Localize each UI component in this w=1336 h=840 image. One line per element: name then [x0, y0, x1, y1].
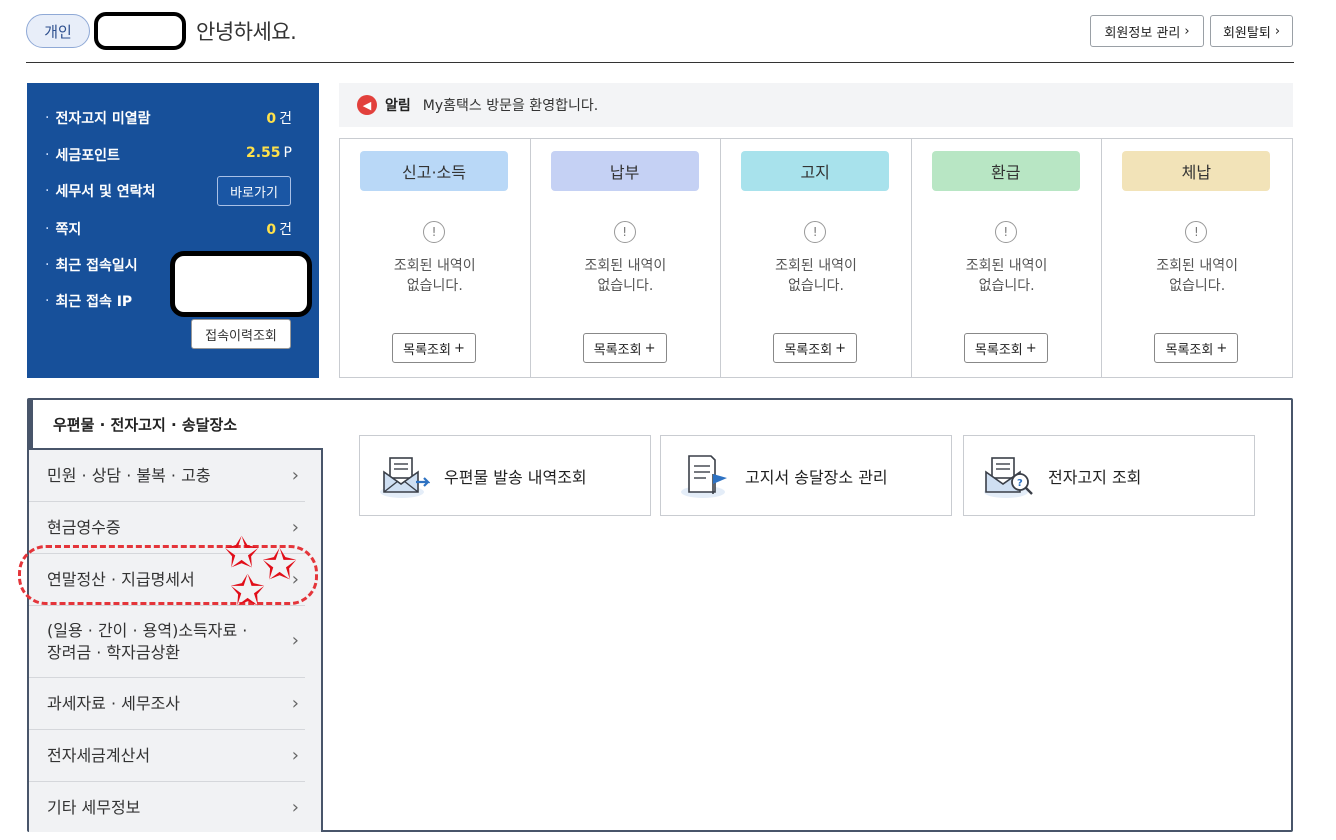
unread-notice-count[interactable]: 0 건 [266, 108, 292, 128]
category-title[interactable]: 신고·소득 [360, 151, 508, 191]
go-shortcut-button[interactable]: 바로가기 [217, 176, 291, 206]
notice-label: 알림 [385, 98, 411, 114]
info-row-last-login-ip: · 최근 접속 IP [45, 293, 133, 310]
side-menu: 민원 · 상담 · 불복 · 고충 › 현금영수증 › 연말정산 · 지급명세서… [29, 448, 323, 832]
category-title[interactable]: 환급 [931, 151, 1080, 191]
category-title[interactable]: 체납 [1122, 151, 1271, 191]
delivery-place-label: 고지서 송달장소 관리 [745, 467, 888, 487]
empty-message: 조회된 내역이 없습니다. [393, 258, 476, 294]
redacted-login-info [170, 251, 312, 317]
category-delinquency: 체납 ! 조회된 내역이 없습니다. 목록조회 + [1102, 139, 1292, 377]
alert-icon: ! [994, 221, 1017, 243]
delivery-place-button[interactable]: 고지서 송달장소 관리 [660, 435, 952, 516]
mail-history-label: 우편물 발송 내역조회 [444, 467, 587, 487]
info-row-last-login-time: · 최근 접속일시 [45, 257, 138, 274]
header-divider [26, 62, 1294, 63]
menu-item-civil-petition[interactable]: 민원 · 상담 · 불복 · 고충 › [29, 450, 305, 502]
greeting-text: 안녕하세요. [196, 20, 297, 44]
menu-item-e-tax-invoice[interactable]: 전자세금계산서 › [29, 730, 305, 782]
plus-icon: + [835, 340, 847, 356]
info-row-tax-office: · 세무서 및 연락처 [45, 183, 156, 200]
chevron-right-icon: › [291, 692, 299, 714]
chevron-right-icon: › [291, 744, 299, 766]
notice-text: My홈택스 방문을 환영합니다. [422, 98, 599, 114]
plus-icon: + [1216, 340, 1228, 356]
empty-message: 조회된 내역이 없습니다. [1156, 258, 1239, 294]
alert-icon: ! [423, 221, 445, 243]
section-tab-mail-notice[interactable]: 우편물 · 전자고지 · 송달장소 [29, 400, 323, 448]
withdraw-label: 회원탈퇴 [1222, 25, 1271, 41]
info-row-tax-points: · 세금포인트 [45, 147, 120, 164]
login-history-button[interactable]: 접속이력조회 [191, 319, 291, 349]
menu-item-income-data[interactable]: (일용 · 간이 · 용역)소득자료 · 장려금 · 학자금상환 › [29, 606, 305, 678]
category-panels: 신고·소득 ! 조회된 내역이 없습니다. 목록조회 + 납부 ! 조회된 내역이… [339, 138, 1293, 378]
category-notice: 고지 ! 조회된 내역이 없습니다. 목록조회 + [721, 139, 912, 377]
plus-icon: + [453, 340, 465, 356]
megaphone-icon: ◀ [357, 95, 377, 115]
list-view-button[interactable]: 목록조회 + [582, 333, 667, 363]
notice-bar: ◀ 알림 My홈택스 방문을 환영합니다. [339, 83, 1293, 127]
menu-item-tax-audit[interactable]: 과세자료 · 세무조사 › [29, 678, 305, 730]
category-payment: 납부 ! 조회된 내역이 없습니다. 목록조회 + [531, 139, 722, 377]
e-notice-label: 전자고지 조회 [1048, 467, 1142, 487]
list-view-button[interactable]: 목록조회 + [773, 333, 858, 363]
category-title[interactable]: 고지 [741, 151, 890, 191]
mail-history-button[interactable]: 우편물 발송 내역조회 [359, 435, 651, 516]
member-info-label: 회원정보 관리 [1104, 25, 1181, 41]
chevron-right-icon: › [1274, 23, 1281, 39]
list-view-button[interactable]: 목록조회 + [392, 333, 476, 363]
withdraw-button[interactable]: 회원탈퇴 › [1210, 15, 1293, 47]
document-flag-icon [681, 454, 727, 498]
category-title[interactable]: 납부 [550, 151, 699, 191]
chevron-right-icon: › [291, 516, 299, 538]
redacted-name [94, 12, 186, 50]
empty-message: 조회된 내역이 없습니다. [965, 258, 1048, 294]
user-info-box: · 전자고지 미열람 0 건 · 세금포인트 2.55 P · 세무서 및 연락… [27, 83, 319, 378]
e-notice-button[interactable]: ? 전자고지 조회 [963, 435, 1255, 516]
menu-item-other-tax-info[interactable]: 기타 세무정보 › [29, 782, 305, 834]
alert-icon: ! [804, 221, 827, 243]
list-view-button[interactable]: 목록조회 + [963, 333, 1048, 363]
personal-badge: 개인 [26, 14, 90, 48]
chevron-right-icon: › [291, 630, 299, 651]
svg-text:?: ? [1017, 478, 1023, 489]
plus-icon: + [1025, 340, 1037, 356]
tax-points-value[interactable]: 2.55 P [246, 145, 292, 161]
mail-search-icon: ? [984, 456, 1033, 498]
member-info-button[interactable]: 회원정보 관리 › [1090, 15, 1204, 47]
info-row-messages: · 쪽지 [45, 221, 82, 238]
list-view-button[interactable]: 목록조회 + [1154, 333, 1239, 363]
chevron-right-icon: › [291, 797, 299, 818]
empty-message: 조회된 내역이 없습니다. [775, 258, 857, 294]
messages-count[interactable]: 0 건 [266, 219, 292, 239]
empty-message: 조회된 내역이 없습니다. [584, 258, 667, 294]
info-row-unread-notice: · 전자고지 미열람 [45, 110, 151, 127]
category-refund: 환급 ! 조회된 내역이 없습니다. 목록조회 + [912, 139, 1103, 377]
chevron-right-icon: › [1184, 23, 1190, 39]
plus-icon: + [644, 340, 656, 356]
alert-icon: ! [613, 221, 636, 243]
category-report-income: 신고·소득 ! 조회된 내역이 없습니다. 목록조회 + [340, 139, 531, 377]
star-icon: ✩ [230, 566, 266, 615]
chevron-right-icon: › [291, 464, 299, 486]
mail-send-icon [380, 456, 430, 498]
star-icon: ✩ [262, 540, 298, 589]
alert-icon: ! [1185, 221, 1208, 243]
